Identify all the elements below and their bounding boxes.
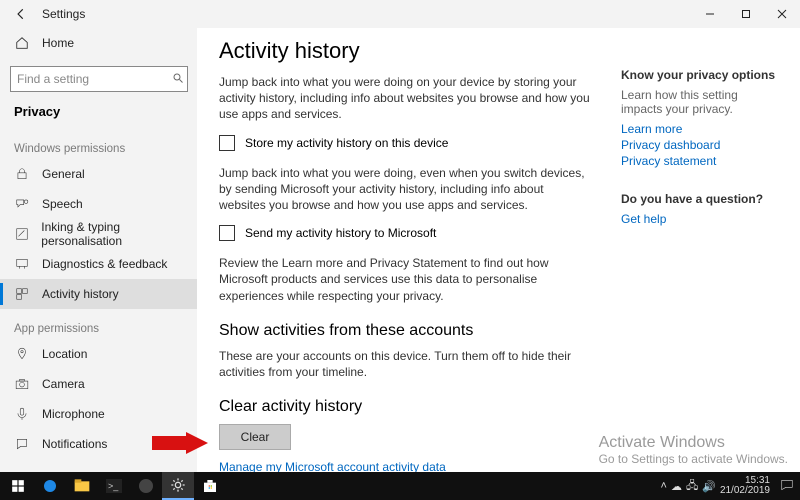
sidebar-group-windows-permissions: Windows permissions — [0, 129, 197, 159]
titlebar: Settings — [0, 0, 800, 28]
app-title: Settings — [36, 7, 85, 21]
checkbox-label: Store my activity history on this device — [245, 136, 448, 150]
kpo-text: Learn how this setting impacts your priv… — [621, 88, 778, 116]
sidebar: Home Privacy Windows permissions General… — [0, 28, 197, 472]
sidebar-category-privacy: Privacy — [0, 100, 197, 129]
search-icon — [172, 72, 184, 87]
checkbox-icon[interactable] — [219, 135, 235, 151]
sidebar-item-diagnostics[interactable]: Diagnostics & feedback — [0, 249, 197, 279]
learn-more-link[interactable]: Learn more — [621, 122, 778, 136]
store-history-checkbox-row[interactable]: Store my activity history on this device — [219, 135, 591, 151]
sidebar-item-camera[interactable]: Camera — [0, 369, 197, 399]
sidebar-item-label: Activity history — [42, 287, 119, 301]
activity-icon — [14, 286, 30, 302]
minimize-button[interactable] — [692, 0, 728, 28]
tray-chevron-icon[interactable]: ˄ — [661, 480, 667, 492]
page-title: Activity history — [219, 38, 591, 64]
taskbar-explorer[interactable] — [66, 472, 98, 500]
question-heading: Do you have a question? — [621, 192, 778, 206]
taskbar-terminal[interactable]: >_ — [98, 472, 130, 500]
sidebar-item-label: Inking & typing personalisation — [41, 220, 197, 248]
sidebar-group-app-permissions: App permissions — [0, 309, 197, 339]
ink-icon — [14, 226, 29, 242]
manage-account-link[interactable]: Manage my Microsoft account activity dat… — [219, 460, 591, 472]
sidebar-item-notifications[interactable]: Notifications — [0, 429, 197, 459]
tray-icons[interactable]: ˄ ☁ 🖧 🔊 — [661, 477, 716, 496]
svg-text:>_: >_ — [108, 481, 119, 491]
sidebar-item-label: Notifications — [42, 437, 107, 451]
back-button[interactable] — [6, 0, 36, 28]
taskbar-store[interactable] — [194, 472, 226, 500]
get-help-link[interactable]: Get help — [621, 212, 778, 226]
search-input-wrap[interactable] — [10, 66, 188, 92]
close-button[interactable] — [764, 0, 800, 28]
start-button[interactable] — [2, 472, 34, 500]
speech-icon — [14, 196, 30, 212]
camera-icon — [14, 376, 30, 392]
intro-paragraph-2: Jump back into what you were doing, even… — [219, 165, 591, 214]
feedback-icon — [14, 256, 30, 272]
notifications-icon — [14, 436, 30, 452]
tray-volume-icon[interactable]: 🔊 — [702, 480, 716, 493]
system-tray[interactable]: ˄ ☁ 🖧 🔊 15:31 21/02/2019 — [661, 476, 800, 497]
checkbox-icon[interactable] — [219, 225, 235, 241]
sidebar-item-label: General — [42, 167, 85, 181]
sidebar-item-general[interactable]: General — [0, 159, 197, 189]
clear-subheading: Clear activity history — [219, 398, 591, 416]
watermark-line1: Activate Windows — [599, 434, 788, 452]
watermark-line2: Go to Settings to activate Windows. — [599, 452, 788, 466]
checkbox-label: Send my activity history to Microsoft — [245, 226, 436, 240]
sidebar-home[interactable]: Home — [0, 28, 197, 58]
right-panel: Know your privacy options Learn how this… — [621, 38, 778, 472]
taskbar-app1[interactable] — [130, 472, 162, 500]
search-input[interactable] — [17, 72, 172, 86]
sidebar-item-speech[interactable]: Speech — [0, 189, 197, 219]
content-area: Activity history Jump back into what you… — [197, 28, 800, 472]
tray-cloud-icon[interactable]: ☁ — [671, 480, 682, 493]
taskbar: >_ ˄ ☁ 🖧 🔊 15:31 21/02/2019 — [0, 472, 800, 500]
window-controls — [692, 0, 800, 28]
maximize-button[interactable] — [728, 0, 764, 28]
kpo-heading: Know your privacy options — [621, 68, 778, 82]
microphone-icon — [14, 406, 30, 422]
location-icon — [14, 346, 30, 362]
sidebar-item-label: Diagnostics & feedback — [42, 257, 167, 271]
accounts-subheading: Show activities from these accounts — [219, 322, 591, 340]
lock-icon — [14, 166, 30, 182]
privacy-statement-link[interactable]: Privacy statement — [621, 154, 778, 168]
privacy-dashboard-link[interactable]: Privacy dashboard — [621, 138, 778, 152]
taskbar-settings[interactable] — [162, 472, 194, 500]
sidebar-home-label: Home — [42, 36, 74, 50]
send-history-checkbox-row[interactable]: Send my activity history to Microsoft — [219, 225, 591, 241]
sidebar-item-inking[interactable]: Inking & typing personalisation — [0, 219, 197, 249]
sidebar-item-label: Microphone — [42, 407, 105, 421]
accounts-paragraph: These are your accounts on this device. … — [219, 348, 591, 380]
activation-watermark: Activate Windows Go to Settings to activ… — [599, 434, 788, 466]
home-icon — [14, 35, 30, 51]
sidebar-item-microphone[interactable]: Microphone — [0, 399, 197, 429]
sidebar-item-activity-history[interactable]: Activity history — [0, 279, 197, 309]
clock-date: 21/02/2019 — [720, 486, 770, 497]
privacy-review-paragraph: Review the Learn more and Privacy Statem… — [219, 255, 591, 304]
taskbar-edge[interactable] — [34, 472, 66, 500]
sidebar-item-label: Camera — [42, 377, 85, 391]
taskbar-clock[interactable]: 15:31 21/02/2019 — [720, 476, 770, 497]
clear-button[interactable]: Clear — [219, 424, 291, 450]
action-center-icon[interactable] — [780, 478, 794, 495]
sidebar-item-label: Speech — [42, 197, 83, 211]
sidebar-item-label: Location — [42, 347, 87, 361]
sidebar-item-location[interactable]: Location — [0, 339, 197, 369]
tray-network-icon[interactable]: 🖧 — [686, 477, 698, 496]
intro-paragraph-1: Jump back into what you were doing on yo… — [219, 74, 591, 123]
